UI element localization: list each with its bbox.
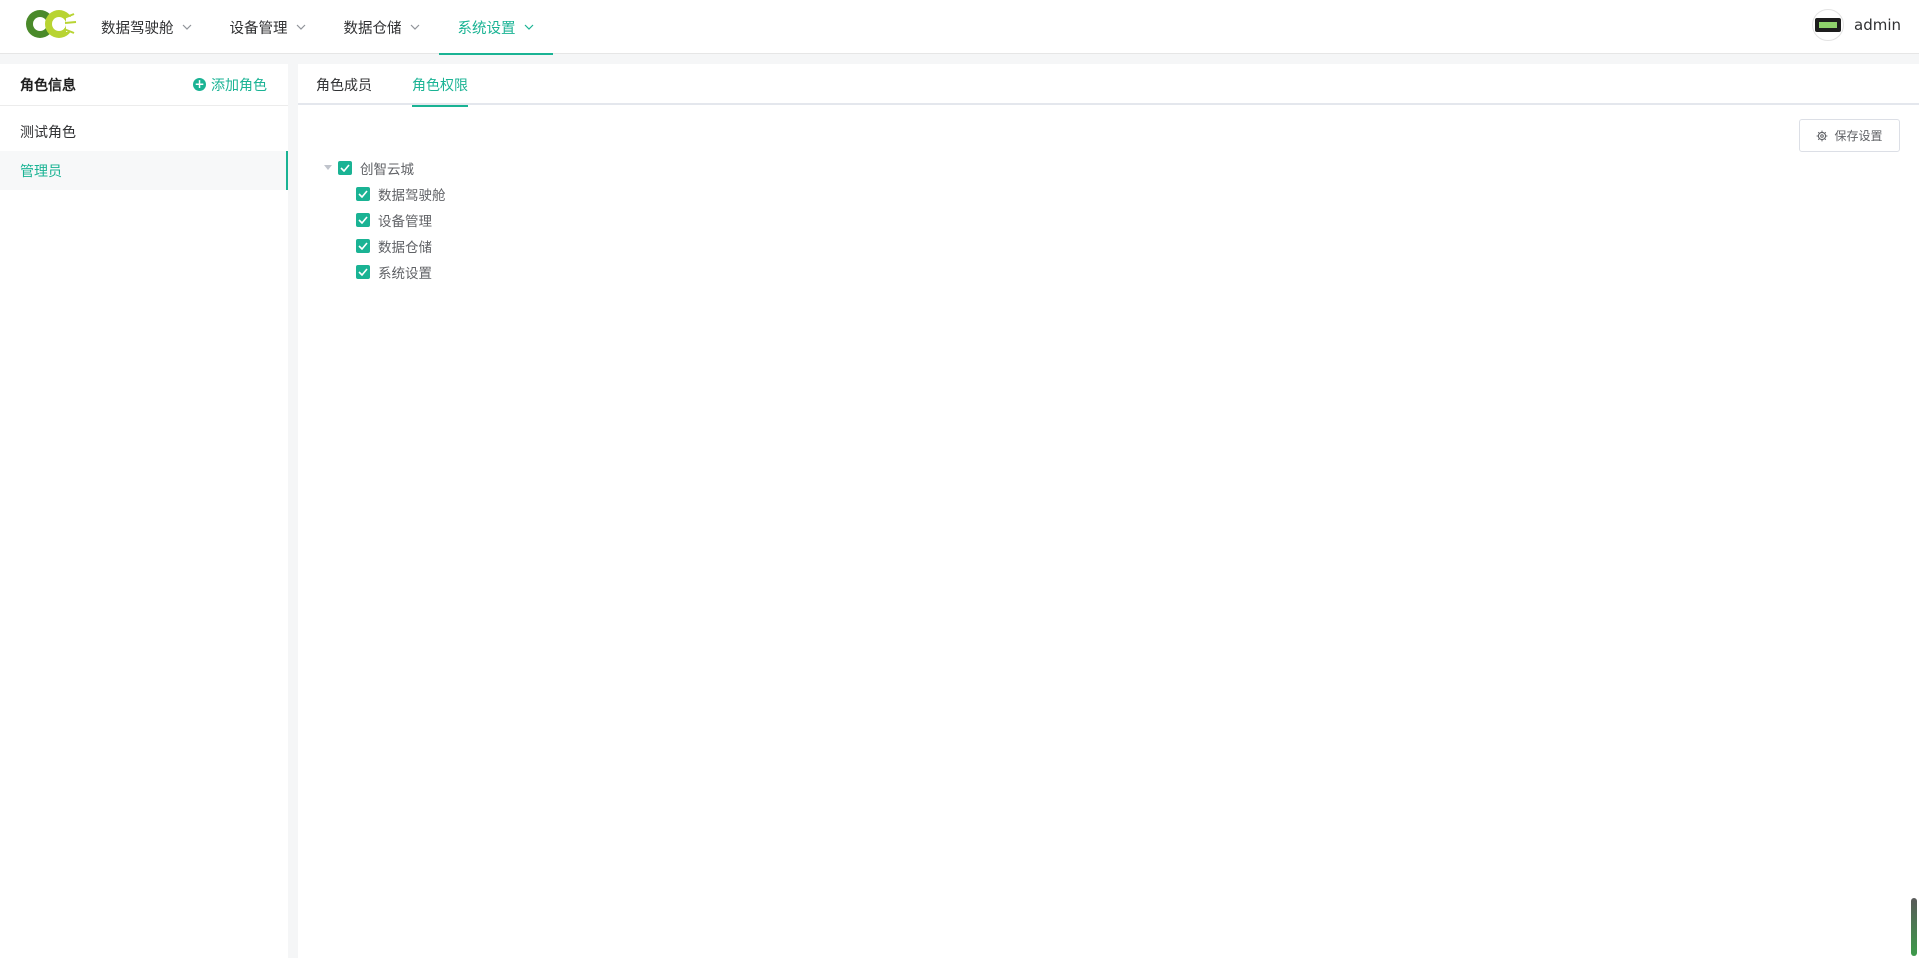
role-panel: 角色信息 + 添加角色 测试角色 管理员 [0,64,288,958]
nav-item-label: 数据驾驶舱 [101,20,174,37]
save-settings-button[interactable]: 保存设置 [1799,119,1900,152]
chevron-down-icon [182,24,191,30]
permission-tree: 创智云城 数据驾驶舱 设备管理 数据仓储 系统设置 [322,155,446,285]
checkbox-checked-icon[interactable] [356,265,370,279]
role-list: 测试角色 管理员 [0,112,288,190]
top-navbar: 数据驾驶舱 设备管理 数据仓储 系统设置 admin [0,0,1919,55]
nav-item-label: 设备管理 [229,20,288,37]
tab-role-permissions[interactable]: 角色权限 [412,64,468,107]
tree-node-data-warehouse: 数据仓储 [356,233,446,259]
checkbox-checked-icon[interactable] [356,239,370,253]
role-panel-title: 角色信息 [20,77,76,94]
app-logo[interactable] [24,6,78,42]
checkbox-checked-icon[interactable] [356,213,370,227]
main-nav: 数据驾驶舱 设备管理 数据仓储 系统设置 [82,0,553,55]
nav-item-data-warehouse[interactable]: 数据仓储 [325,0,439,54]
checkbox-checked-icon[interactable] [338,161,352,175]
tree-node-root: 创智云城 [322,155,446,181]
plus-circle-icon: + [193,77,206,91]
role-panel-header: 角色信息 + 添加角色 [0,64,288,106]
nav-item-label: 系统设置 [457,20,516,37]
tab-label: 角色权限 [412,77,468,94]
role-item-label: 管理员 [20,163,62,180]
tree-node-label[interactable]: 数据驾驶舱 [378,184,446,204]
page-scrollbar[interactable] [1911,898,1917,956]
nav-item-system-settings[interactable]: 系统设置 [438,0,553,55]
chevron-down-icon [524,24,533,30]
tree-children: 数据驾驶舱 设备管理 数据仓储 系统设置 [322,181,446,285]
role-item-label: 测试角色 [20,124,76,141]
tab-role-members[interactable]: 角色成员 [316,64,372,105]
tree-node-system-settings: 系统设置 [356,259,446,285]
username: admin [1854,16,1901,34]
avatar[interactable] [1812,9,1844,41]
nav-item-cockpit[interactable]: 数据驾驶舱 [82,0,211,54]
role-item-test[interactable]: 测试角色 [0,112,288,151]
chevron-down-icon [410,24,419,30]
add-role-button[interactable]: + 添加角色 [193,75,267,95]
user-menu[interactable]: admin [1812,9,1901,41]
permission-panel: 角色成员 角色权限 保存设置 创智云城 数据驾驶舱 设备管理 数据仓储 系统设置 [298,64,1919,958]
role-tabs: 角色成员 角色权限 [298,64,1919,107]
tree-node-cockpit: 数据驾驶舱 [356,181,446,207]
tree-node-label[interactable]: 系统设置 [378,262,432,282]
tree-node-label[interactable]: 设备管理 [378,210,432,230]
tree-node-label[interactable]: 创智云城 [360,158,414,178]
nav-item-label: 数据仓储 [343,20,402,37]
tab-label: 角色成员 [316,77,372,94]
chevron-down-icon [296,24,305,30]
add-role-label: 添加角色 [211,77,267,94]
nav-item-device-management[interactable]: 设备管理 [211,0,325,54]
checkbox-checked-icon[interactable] [356,187,370,201]
tree-node-label[interactable]: 数据仓储 [378,236,432,256]
caret-down-icon[interactable] [322,162,334,174]
save-settings-label: 保存设置 [1834,129,1883,143]
role-item-admin[interactable]: 管理员 [0,151,288,190]
tree-node-device-management: 设备管理 [356,207,446,233]
gear-icon [1817,130,1828,141]
